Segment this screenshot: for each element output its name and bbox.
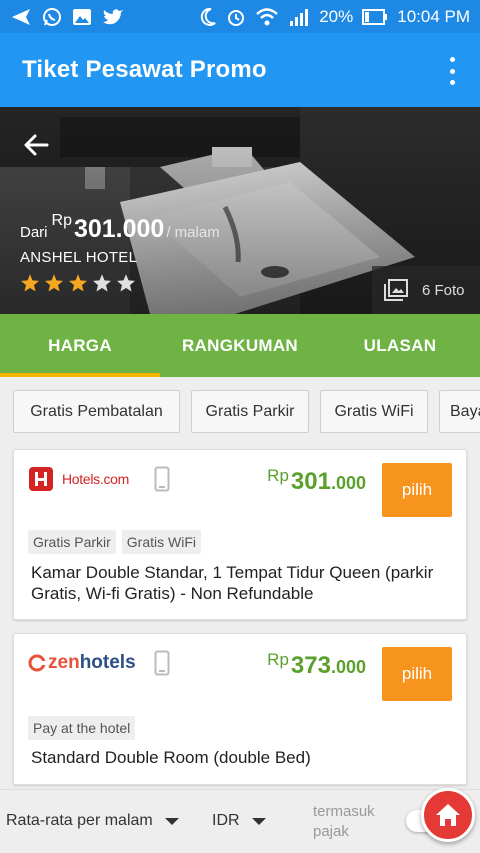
hotels-com-icon <box>29 467 53 491</box>
wifi-icon <box>255 7 279 27</box>
photo-count-label: 6 Foto <box>422 281 465 299</box>
signal-icon <box>288 8 310 26</box>
clock: 10:04 PM <box>397 6 470 26</box>
mobile-icon <box>154 466 170 497</box>
tag-free-parking: Gratis Parkir <box>28 530 116 554</box>
home-button[interactable] <box>421 788 475 842</box>
room-description: Standard Double Room (double Bed) <box>31 748 311 767</box>
app-title: Tiket Pesawat Promo <box>22 56 267 83</box>
price-mode-label: Rata-rata per malam <box>6 812 153 829</box>
tab-harga[interactable]: HARGA <box>0 314 160 377</box>
select-button[interactable]: pilih <box>382 647 452 701</box>
filter-free-parking[interactable]: Gratis Parkir <box>191 390 309 433</box>
offer-price: Rp 301 .000 <box>267 466 366 496</box>
battery-percent: 20% <box>319 6 354 26</box>
filter-pay-at-hotel[interactable]: Bayar di hotel <box>439 390 480 433</box>
offer-amount: 373 <box>290 652 331 679</box>
offer-tags: Pay at the hotel <box>28 716 136 740</box>
moon-icon <box>199 7 217 27</box>
offer-tags: Gratis Parkir Gratis WiFi <box>28 530 202 554</box>
whatsapp-icon <box>42 7 62 27</box>
offer-price: Rp 373 .000 <box>267 650 366 680</box>
status-notifications <box>10 7 124 27</box>
status-bar: 20% 10:04 PM <box>0 0 480 33</box>
currency-label: IDR <box>212 812 240 829</box>
chevron-down-icon <box>164 817 179 825</box>
alarm-icon <box>226 7 246 27</box>
star-empty-icon <box>117 274 135 292</box>
app-root: 20% 10:04 PM Tiket Pesawat Promo Dari Rp… <box>0 0 480 853</box>
provider-suffix: hotels <box>79 652 136 673</box>
offer-amount: 301 <box>290 468 331 495</box>
offer-decimal: .000 <box>330 657 366 677</box>
filter-free-wifi[interactable]: Gratis WiFi <box>320 390 428 433</box>
tab-bar: HARGA RANGKUMAN ULASAN <box>0 314 480 377</box>
hotels-com-logo: Hotels.com <box>28 464 129 494</box>
star-rating <box>20 273 136 293</box>
offer-currency: Rp <box>267 466 289 485</box>
star-empty-icon <box>93 274 111 292</box>
app-bar: Tiket Pesawat Promo <box>0 33 480 107</box>
currency-dropdown[interactable]: IDR <box>212 812 266 830</box>
photo-count-button[interactable]: 6 Foto <box>372 266 480 314</box>
star-filled-icon <box>69 274 87 292</box>
offer-card: Hotels.com Rp 301 .000 pilih Gratis Park… <box>13 449 467 620</box>
select-button[interactable]: pilih <box>382 463 452 517</box>
price-amount: 301.000 <box>73 215 165 243</box>
tag-pay-at-hotel: Pay at the hotel <box>28 716 136 740</box>
price-mode-dropdown[interactable]: Rata-rata per malam <box>6 812 179 830</box>
price-unit: / malam <box>166 224 220 241</box>
chevron-down-icon <box>251 817 266 825</box>
offer-currency: Rp <box>267 650 289 669</box>
price-prefix: Dari <box>20 224 48 241</box>
star-filled-icon <box>21 274 39 292</box>
hotel-price: Dari Rp 301.000 / malam <box>20 212 220 244</box>
hotel-hero-photo[interactable]: Dari Rp 301.000 / malam ANSHEL HOTEL 6 F… <box>0 107 480 314</box>
tab-rangkuman[interactable]: RANGKUMAN <box>160 314 320 377</box>
offer-decimal: .000 <box>330 473 366 493</box>
hotel-name: ANSHEL HOTEL <box>20 249 138 266</box>
battery-icon <box>362 8 388 25</box>
filter-chips: Gratis Pembatalan Gratis Parkir Gratis W… <box>0 377 480 445</box>
tax-label: termasuk pajak <box>313 803 375 840</box>
home-icon <box>436 804 460 826</box>
back-button[interactable] <box>18 127 54 163</box>
tab-ulasan[interactable]: ULASAN <box>320 314 480 377</box>
gallery-icon <box>72 8 92 26</box>
photo-gallery-icon <box>384 279 408 301</box>
provider-prefix: zen <box>48 652 80 673</box>
star-filled-icon <box>45 274 63 292</box>
bottom-bar: Rata-rata per malam IDR termasuk pajak <box>0 788 480 853</box>
tag-free-wifi: Gratis WiFi <box>121 530 202 554</box>
filter-free-cancellation[interactable]: Gratis Pembatalan <box>13 390 180 433</box>
price-currency: Rp <box>51 212 72 229</box>
back-arrow-icon <box>24 134 49 156</box>
room-description: Kamar Double Standar, 1 Tempat Tidur Que… <box>31 563 434 603</box>
offer-card: zen hotels Rp 373 .000 pilih Pay at the h… <box>13 633 467 785</box>
status-system: 20% 10:04 PM <box>199 7 470 27</box>
send-icon <box>10 8 32 26</box>
overflow-menu-icon[interactable] <box>442 57 462 85</box>
provider-name: Hotels.com <box>62 471 130 487</box>
twitter-icon <box>102 8 124 26</box>
zenhotels-logo: zen hotels <box>28 648 136 678</box>
zenhotels-icon <box>28 654 46 672</box>
mobile-icon <box>154 650 170 681</box>
